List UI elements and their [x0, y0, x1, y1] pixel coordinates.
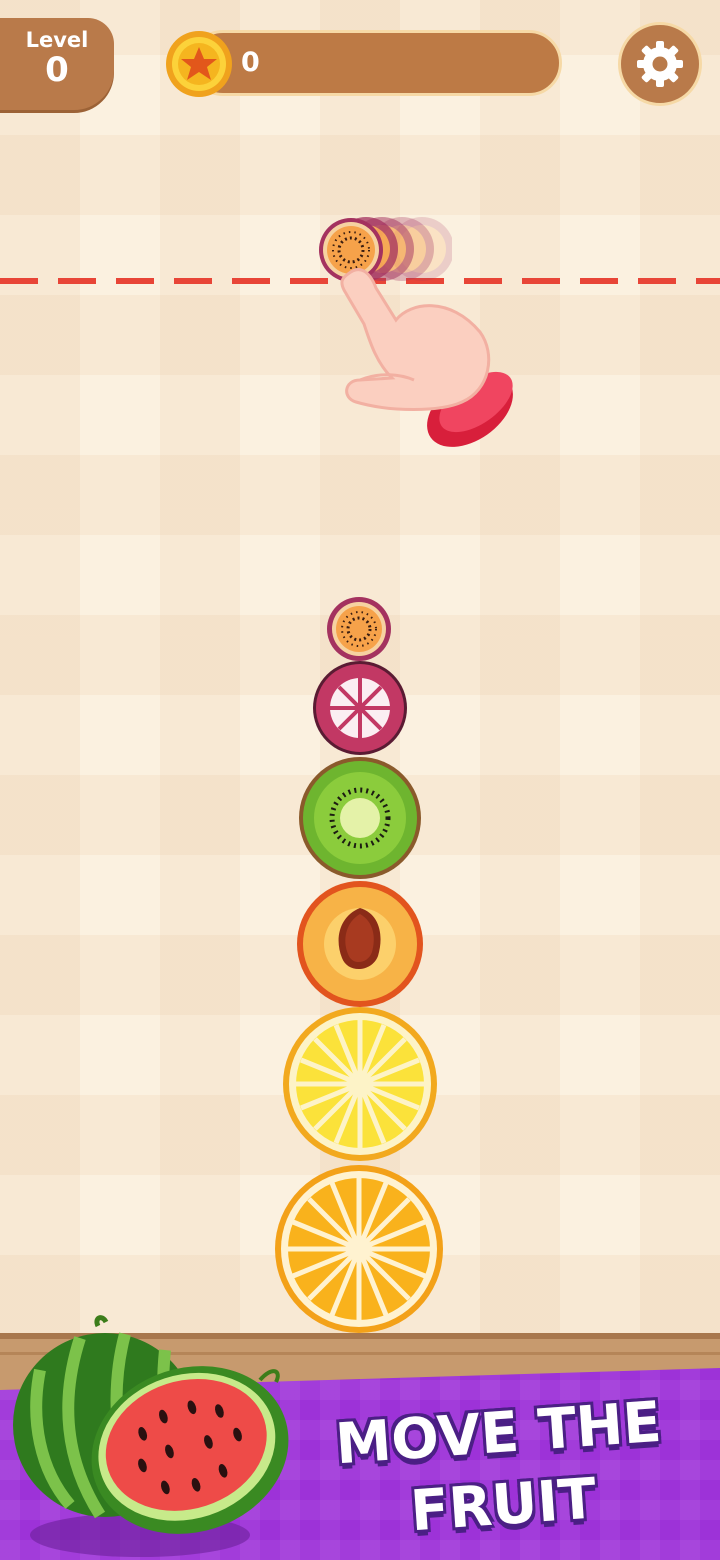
gear-icon	[637, 41, 683, 87]
coin-counter: 0	[190, 30, 562, 96]
watermelon-icon	[13, 1315, 289, 1557]
mangosteen	[313, 661, 407, 755]
kiwi	[299, 757, 421, 879]
level-value: 0	[45, 50, 69, 90]
star-coin-icon	[166, 31, 232, 97]
pointing-hand-icon	[340, 268, 513, 447]
orange	[275, 1165, 443, 1333]
level-label: Level	[25, 28, 89, 52]
passion-fruit	[327, 597, 391, 661]
lemon	[283, 1007, 437, 1161]
promo-text: MOVE THE FRUIT	[311, 1385, 690, 1554]
level-badge: Level 0	[0, 18, 114, 110]
coin-value: 0	[241, 47, 260, 78]
peach	[297, 881, 423, 1007]
settings-button[interactable]	[618, 22, 702, 106]
